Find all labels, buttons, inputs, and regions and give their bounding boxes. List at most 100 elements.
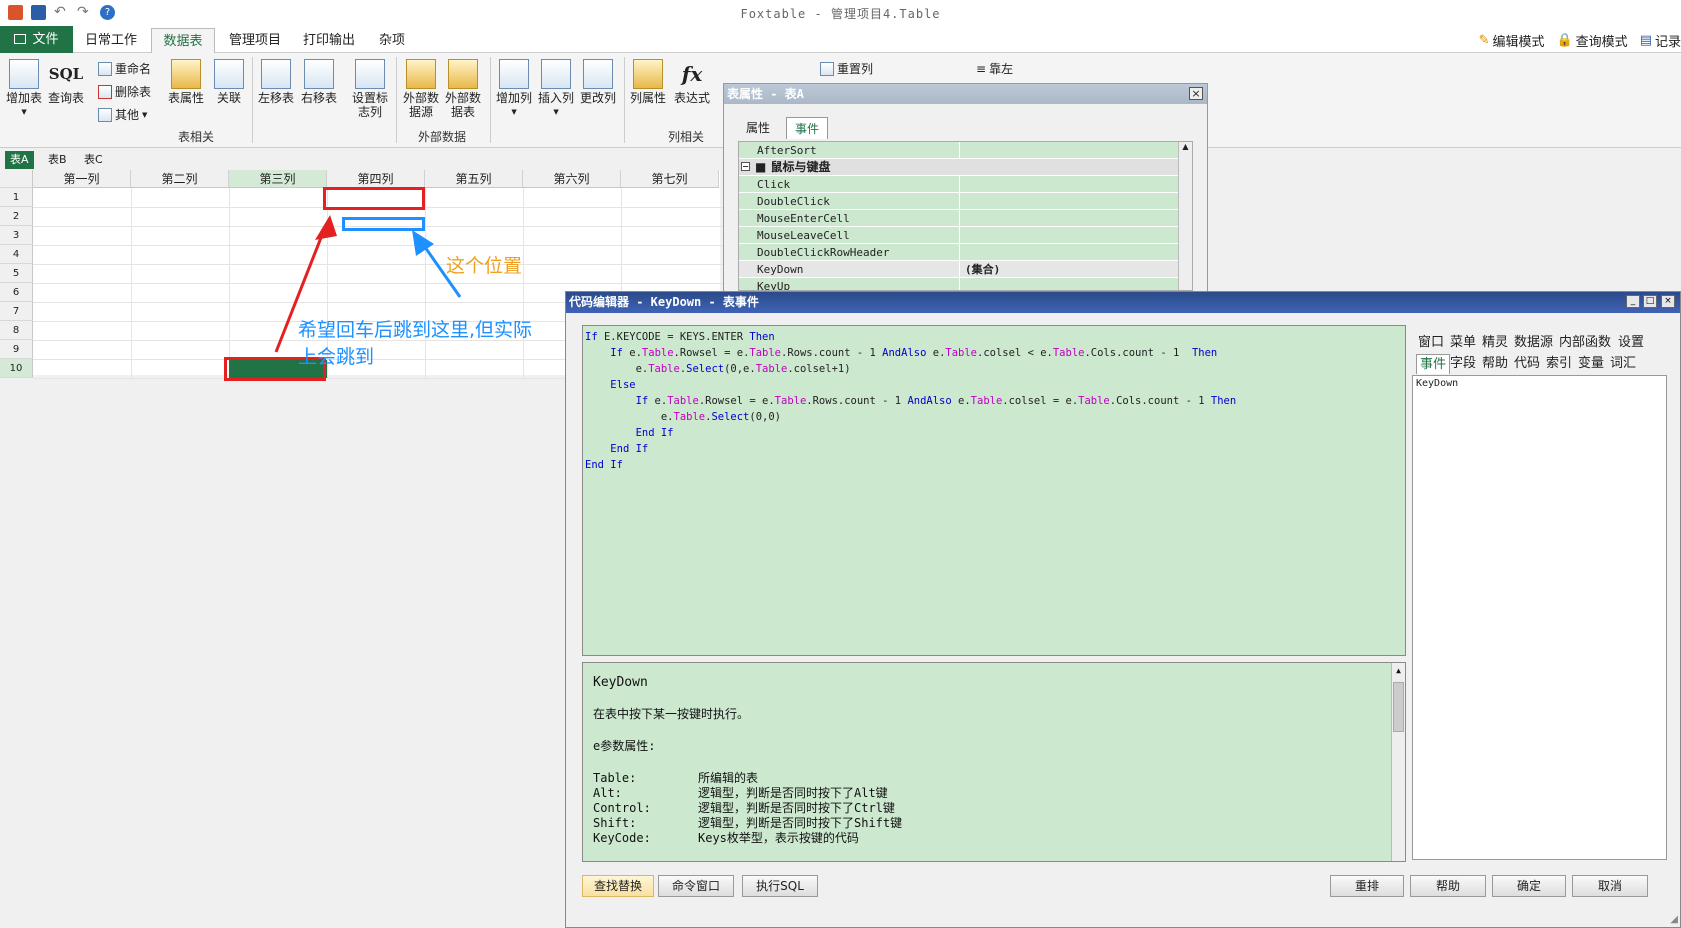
exec-sql-button[interactable]: 执行SQL <box>742 875 818 897</box>
editor-title: 代码编辑器 - KeyDown - 表事件 <box>566 292 1680 313</box>
help-param: KeyCode: Keys枚举型，表示按键的代码 <box>593 831 1395 846</box>
help-param: Table: 所编辑的表 <box>593 771 1395 786</box>
list-item[interactable]: KeyDown <box>1416 378 1663 389</box>
prop-row[interactable]: DoubleClickRowHeader <box>739 244 1179 261</box>
prop-name: MouseLeaveCell <box>755 227 960 244</box>
tab-props[interactable]: 属性 <box>738 117 778 139</box>
lock-icon: 🔒 <box>1556 33 1573 48</box>
param-value: 所编辑的表 <box>698 771 759 785</box>
align-left-icon: ≡ <box>976 61 987 76</box>
side-tab-datasource[interactable]: 数据源 <box>1514 333 1553 353</box>
side-tab-index[interactable]: 索引 <box>1546 354 1572 374</box>
help-button[interactable]: 帮助 <box>1410 875 1486 897</box>
param-key: KeyCode: <box>593 831 651 845</box>
annotation-desc-line2: 上会跳到 <box>298 346 375 368</box>
prop-name: DoubleClick <box>755 193 960 210</box>
prop-row[interactable]: MouseLeaveCell <box>739 227 1179 244</box>
side-tab-code[interactable]: 代码 <box>1514 354 1540 374</box>
reset-col-label: 重置列 <box>837 62 874 76</box>
help-desc: 在表中按下某一按键时执行。 <box>593 707 750 721</box>
side-tab-wizard[interactable]: 精灵 <box>1482 333 1508 353</box>
ok-button[interactable]: 确定 <box>1492 875 1566 897</box>
side-tab-vocab[interactable]: 词汇 <box>1610 354 1636 374</box>
help-param: Control: 逻辑型，判断是否同时按下了Ctrl键 <box>593 801 1395 816</box>
side-tab-events[interactable]: 事件 <box>1416 354 1451 374</box>
reset-col-button[interactable]: 重置列 <box>820 60 873 77</box>
event-list[interactable]: KeyDown <box>1412 375 1667 860</box>
query-mode-button[interactable]: 🔒 查询模式 <box>1556 31 1627 50</box>
close-icon[interactable]: × <box>1661 295 1675 308</box>
side-tab-variables[interactable]: 变量 <box>1578 354 1604 374</box>
param-value: 逻辑型，判断是否同时按下了Shift键 <box>698 816 903 830</box>
prop-row[interactable]: AfterSort <box>739 142 1179 159</box>
param-value: 逻辑型，判断是否同时按下了Alt键 <box>698 786 888 800</box>
side-tab-window[interactable]: 窗口 <box>1418 333 1444 353</box>
prop-name: AfterSort <box>755 142 960 159</box>
param-key: Control: <box>593 801 651 815</box>
prop-row-selected[interactable]: KeyDown (集合) <box>739 261 1179 278</box>
props-title: 表属性 - 表A <box>724 84 1207 104</box>
help-title: KeyDown <box>593 675 648 690</box>
props-scrollbar[interactable]: ▲ <box>1178 142 1192 290</box>
prop-name: KeyUp <box>755 278 960 290</box>
align-left-label: 靠左 <box>989 62 1014 76</box>
param-value: Keys枚举型，表示按键的代码 <box>698 831 859 845</box>
scroll-up-icon[interactable]: ▲ <box>1392 663 1405 678</box>
record-icon: ▤ <box>1639 33 1652 48</box>
prop-row[interactable]: KeyUp <box>739 278 1179 290</box>
annotation-desc-line1: 希望回车后跳到这里,但实际 <box>298 319 533 341</box>
side-tab-functions[interactable]: 内部函数 <box>1559 333 1611 353</box>
prop-row[interactable]: DoubleClick <box>739 193 1179 210</box>
side-tab-menu[interactable]: 菜单 <box>1450 333 1476 353</box>
red-arrow-head <box>315 215 337 240</box>
prop-name: MouseEnterCell <box>755 210 960 227</box>
minimize-icon[interactable]: _ <box>1626 295 1640 308</box>
side-panel: 窗口 菜单 精灵 数据源 内部函数 设置 事件 字段 帮助 代码 索引 变量 词… <box>1412 325 1667 862</box>
param-key: Shift: <box>593 816 637 830</box>
prop-name: KeyDown <box>755 261 960 278</box>
param-key: Alt: <box>593 786 622 800</box>
param-value: 逻辑型，判断是否同时按下了Ctrl键 <box>698 801 895 815</box>
help-param: Shift: 逻辑型，判断是否同时按下了Shift键 <box>593 816 1395 831</box>
rearrange-button[interactable]: 重排 <box>1330 875 1404 897</box>
param-key: Table: <box>593 771 637 785</box>
find-replace-button[interactable]: 查找替换 <box>582 875 654 897</box>
help-scrollbar[interactable]: ▲ <box>1391 663 1405 861</box>
command-window-button[interactable]: 命令窗口 <box>658 875 734 897</box>
side-tab-fields[interactable]: 字段 <box>1450 354 1476 374</box>
help-param: Alt: 逻辑型，判断是否同时按下了Alt键 <box>593 786 1395 801</box>
align-left-button[interactable]: ≡ 靠左 <box>976 60 1013 77</box>
record-label: 记录 <box>1654 35 1681 50</box>
prop-row[interactable]: Click <box>739 176 1179 193</box>
reset-col-icon <box>820 61 834 76</box>
prop-name: Click <box>755 176 960 193</box>
prop-name: DoubleClickRowHeader <box>755 244 960 261</box>
code-area[interactable]: If E.KEYCODE = KEYS.ENTER Then If e.Tabl… <box>582 325 1406 656</box>
scroll-thumb[interactable] <box>1393 682 1404 732</box>
code-editor-window[interactable]: 代码编辑器 - KeyDown - 表事件 _ □ × If E.KEYCODE… <box>565 291 1681 928</box>
side-tab-settings[interactable]: 设置 <box>1618 333 1644 353</box>
close-icon[interactable]: × <box>1189 87 1203 100</box>
query-mode-label: 查询模式 <box>1575 35 1628 50</box>
help-params-title: e参数属性: <box>593 739 656 753</box>
prop-group-row[interactable]: − ■ 鼠标与键盘 <box>739 159 1179 176</box>
side-tab-help[interactable]: 帮助 <box>1482 354 1508 374</box>
annotation-target-label: 这个位置 <box>446 255 523 277</box>
prop-group-label: 鼠标与键盘 <box>770 160 831 174</box>
blue-arrow-head <box>412 230 434 256</box>
resize-grip-icon[interactable]: ◢ <box>1670 914 1678 925</box>
record-button[interactable]: ▤ 记录 <box>1640 31 1681 50</box>
maximize-icon[interactable]: □ <box>1643 295 1657 308</box>
collapse-icon[interactable]: − <box>741 162 750 171</box>
edit-mode-button[interactable]: ✎ 编辑模式 <box>1479 31 1545 50</box>
tab-events[interactable]: 事件 <box>786 117 829 139</box>
prop-value: (集合) <box>965 263 1001 276</box>
prop-group-name: ■ 鼠标与键盘 <box>755 160 831 174</box>
table-properties-window[interactable]: 表属性 - 表A × 属性 事件 AfterSort − ■ 鼠标与键盘 Clic… <box>723 83 1208 293</box>
scroll-up-icon[interactable]: ▲ <box>1179 142 1192 151</box>
edit-mode-label: 编辑模式 <box>1492 35 1545 50</box>
prop-row[interactable]: MouseEnterCell <box>739 210 1179 227</box>
cancel-button[interactable]: 取消 <box>1572 875 1648 897</box>
property-grid[interactable]: AfterSort − ■ 鼠标与键盘 Click DoubleClick Mou… <box>738 141 1193 291</box>
mode-switcher: ✎ 编辑模式 🔒 查询模式 ▤ 记录 <box>1479 31 1681 50</box>
